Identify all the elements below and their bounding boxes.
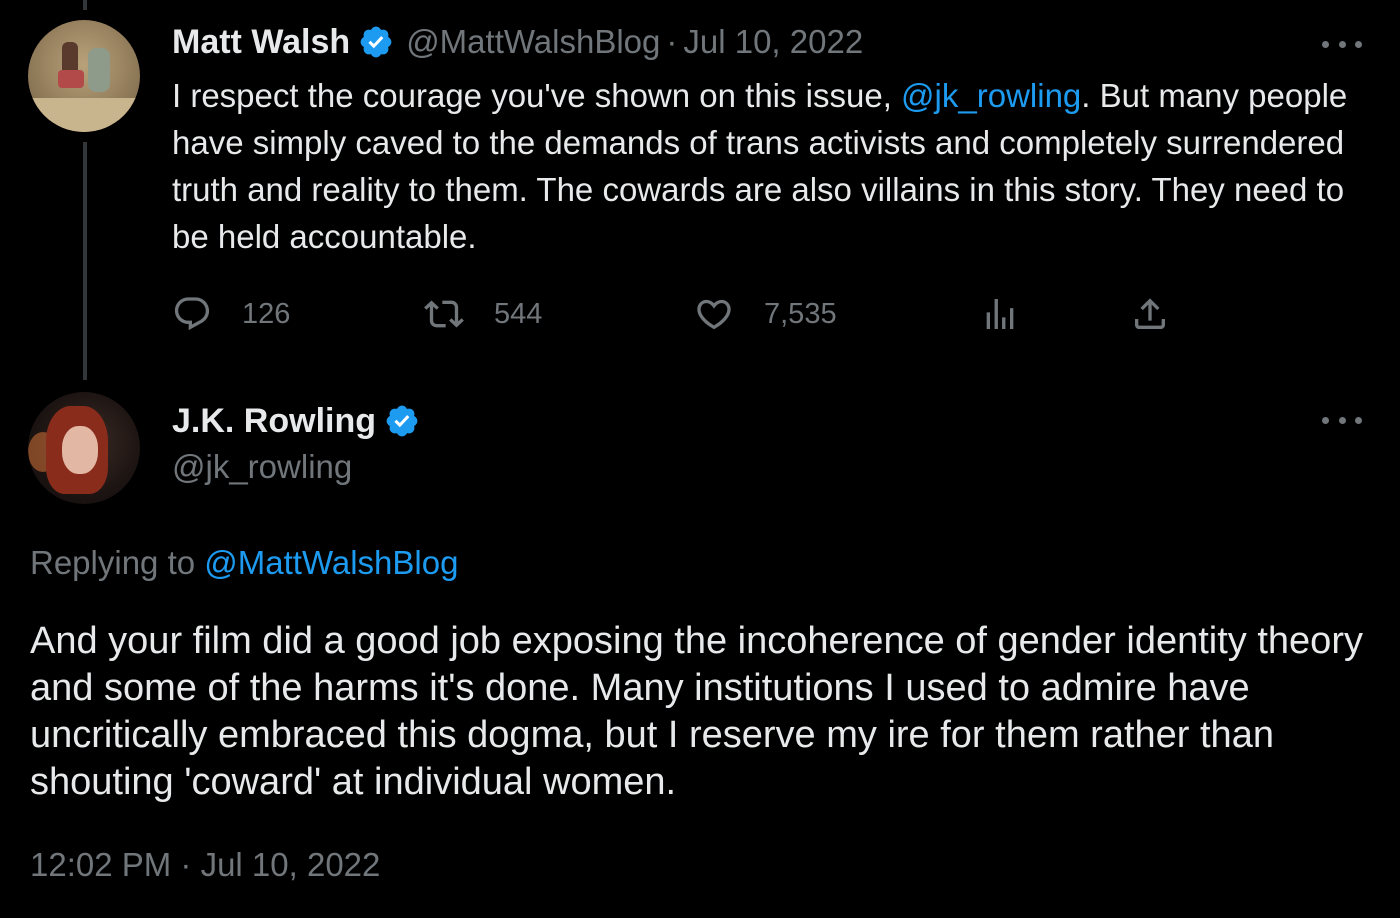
like-count: 7,535 (764, 297, 837, 330)
main-author-name[interactable]: J.K. Rowling (172, 402, 376, 441)
reply-button[interactable]: 126 (172, 290, 290, 338)
retweet-count: 544 (494, 297, 543, 330)
parent-tweet-date[interactable]: Jul 10, 2022 (683, 23, 863, 61)
share-button[interactable] (1130, 290, 1170, 338)
heart-icon (697, 299, 731, 330)
more-options-icon[interactable] (1322, 410, 1362, 430)
reply-icon (174, 297, 210, 331)
main-author-handle[interactable]: @jk_rowling (172, 448, 352, 486)
parent-tweet-header: Matt Walsh @MattWalshBlog · Jul 10, 2022 (172, 20, 863, 64)
matt-walsh-avatar[interactable] (28, 20, 140, 132)
header-separator: · (666, 23, 678, 60)
share-icon (1135, 298, 1165, 329)
main-tweet-author-row: J.K. Rowling (172, 398, 420, 444)
parent-author-handle[interactable]: @MattWalshBlog (406, 23, 660, 61)
replying-to-line: Replying to @MattWalshBlog (30, 544, 458, 582)
retweet-button[interactable]: 544 (424, 290, 542, 338)
thread-connector-line (83, 142, 87, 380)
parent-text-part-1: I respect the courage you've shown on th… (172, 77, 902, 114)
mention-link[interactable]: @jk_rowling (901, 77, 1081, 114)
views-icon (986, 299, 1014, 329)
replying-to-handle-link[interactable]: @MattWalshBlog (204, 544, 458, 581)
verified-badge-icon (360, 26, 392, 58)
reply-count: 126 (242, 297, 291, 330)
parent-tweet-text: I respect the courage you've shown on th… (172, 72, 1362, 260)
more-options-icon[interactable] (1322, 34, 1362, 54)
main-tweet-timestamp[interactable]: 12:02 PM · Jul 10, 2022 (30, 846, 380, 884)
tweet-thread-view: Matt Walsh @MattWalshBlog · Jul 10, 2022… (0, 0, 1400, 918)
replying-to-label: Replying to (30, 544, 205, 581)
verified-badge-icon (386, 405, 418, 437)
parent-author-name[interactable]: Matt Walsh (172, 23, 350, 62)
jk-rowling-avatar[interactable] (28, 392, 140, 504)
retweet-icon (424, 300, 464, 328)
thread-connector-line-top (83, 0, 87, 10)
views-button[interactable] (980, 290, 1020, 338)
parent-tweet-actions: 126 544 7,535 (172, 290, 1182, 338)
main-tweet-text: And your film did a good job exposing th… (30, 620, 1363, 803)
like-button[interactable]: 7,535 (694, 290, 837, 338)
